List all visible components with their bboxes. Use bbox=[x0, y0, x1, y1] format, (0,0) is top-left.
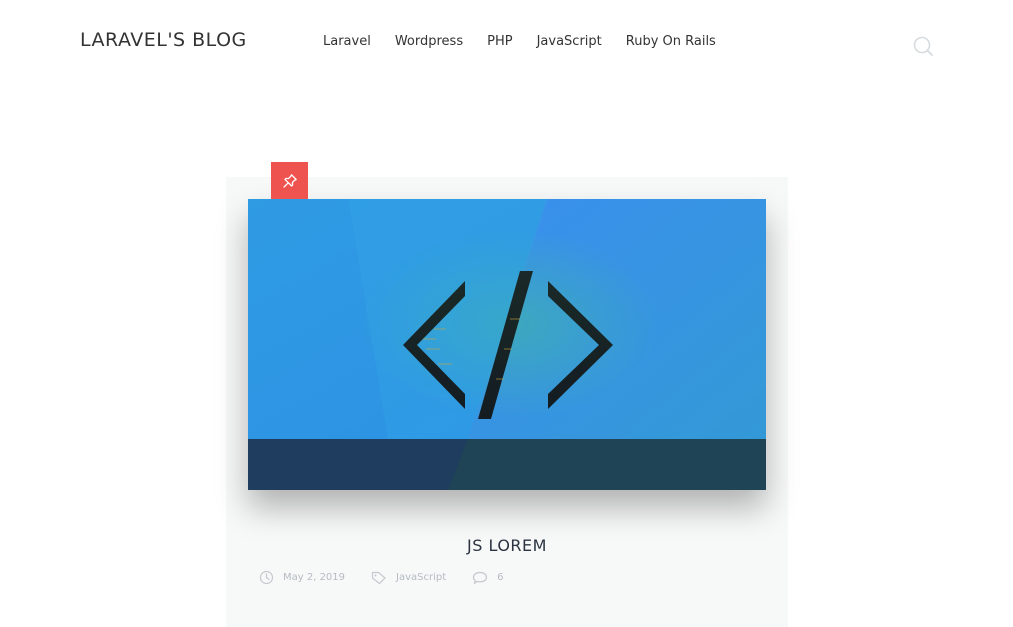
tag-icon bbox=[371, 571, 386, 584]
post-meta: May 2, 2019 JavaScript 6 bbox=[259, 570, 530, 585]
post-comments: 6 bbox=[472, 571, 504, 585]
nav-item-javascript[interactable]: JavaScript bbox=[537, 34, 602, 49]
post-category: JavaScript bbox=[371, 571, 446, 585]
code-brackets-illustration bbox=[248, 199, 766, 490]
nav-item-wordpress[interactable]: Wordpress bbox=[395, 34, 463, 49]
sticky-post-badge bbox=[271, 162, 308, 199]
post-comments-count[interactable]: 6 bbox=[497, 572, 503, 583]
nav-item-ruby-on-rails[interactable]: Ruby On Rails bbox=[626, 34, 716, 49]
post-title[interactable]: JS LOREM bbox=[226, 536, 788, 555]
main-nav: Laravel Wordpress PHP JavaScript Ruby On… bbox=[323, 34, 716, 49]
search-button[interactable] bbox=[912, 35, 934, 57]
nav-item-laravel[interactable]: Laravel bbox=[323, 34, 371, 49]
comment-icon bbox=[473, 571, 488, 584]
site-logo[interactable]: LARAVEL'S BLOG bbox=[80, 29, 247, 51]
post-featured-image[interactable] bbox=[248, 199, 766, 490]
post-date: May 2, 2019 bbox=[259, 570, 345, 585]
post-category-link[interactable]: JavaScript bbox=[396, 572, 446, 583]
clock-icon bbox=[259, 570, 274, 585]
pin-icon bbox=[282, 173, 297, 188]
post-date-text: May 2, 2019 bbox=[283, 572, 346, 583]
page: LARAVEL'S BLOG Laravel Wordpress PHP Jav… bbox=[0, 0, 1013, 627]
nav-item-php[interactable]: PHP bbox=[487, 34, 512, 49]
search-icon bbox=[913, 36, 933, 56]
